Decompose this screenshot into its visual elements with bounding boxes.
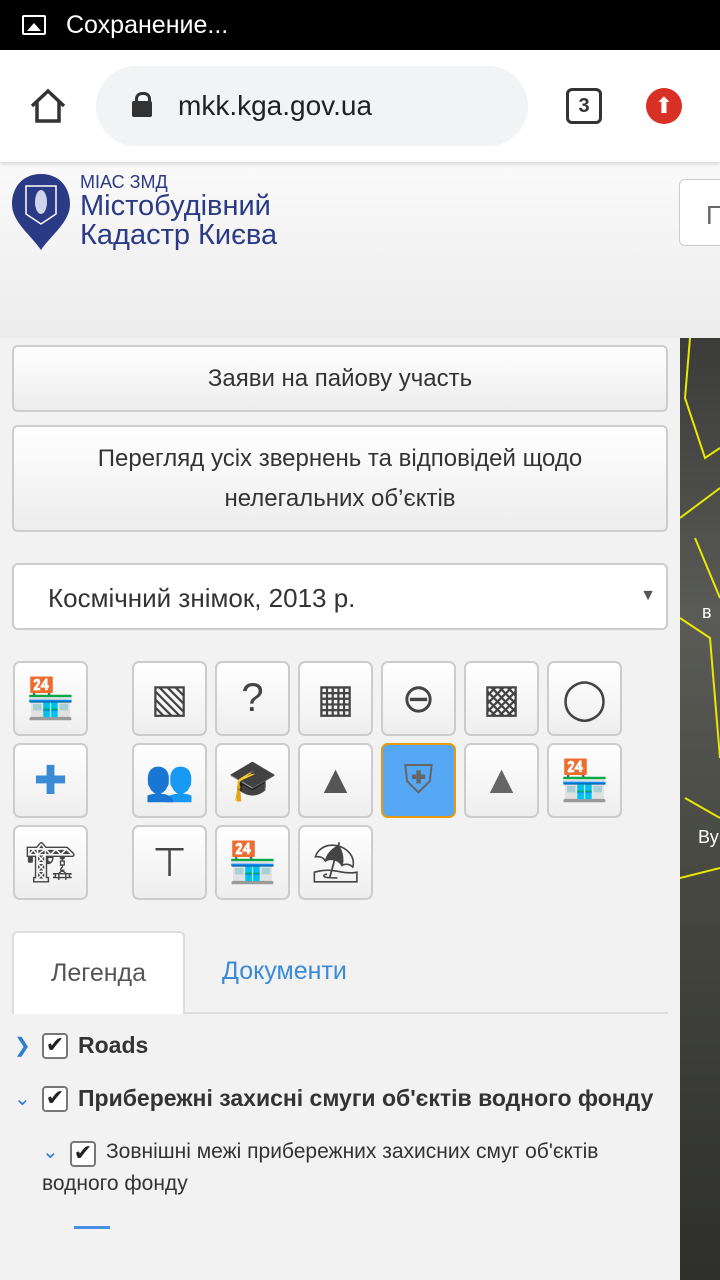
shop-icon[interactable]: 🏪 [13,661,88,736]
checkbox[interactable]: ✔ [42,1085,68,1112]
tab-switcher-button[interactable]: 3 [566,88,602,124]
map-blue-icon[interactable]: ✚ [13,743,88,818]
svg-text:в: в [702,602,712,622]
tab-bar: Легенда Документи [12,931,668,1014]
map-view[interactable]: в Ву [680,338,720,1280]
address-bar[interactable]: mkk.kga.gov.ua [96,66,528,146]
status-bar: Сохранение... [0,0,720,50]
update-icon[interactable]: ⬆ [646,88,682,124]
tree-icon[interactable]: ▲ [464,743,539,818]
basemap-value: Космічний знімок, 2013 р. [48,583,356,613]
logo-title: Містобудівний Кадастр Києва [80,192,277,250]
legend-item-roads: ❯ ✔ Roads [14,1032,148,1059]
image-icon [22,15,46,35]
basemap-select[interactable]: Космічний знімок, 2013 р. ▼ [12,563,668,630]
url-text: mkk.kga.gov.ua [178,90,373,121]
status-text: Сохранение... [66,10,229,39]
browser-toolbar: mkk.kga.gov.ua 3 ⬆ [0,50,720,162]
tab-legend[interactable]: Легенда [12,931,185,1014]
chevron-right-icon[interactable]: ❯ [14,1033,42,1058]
kyiv-logo-icon[interactable] [10,172,72,252]
logo-line-2: Кадастр Києва [80,219,278,251]
svg-text:Ву: Ву [698,827,719,847]
tab-documents[interactable]: Документи [222,931,347,1014]
lock-icon [132,92,152,117]
search-input[interactable]: П [679,179,720,246]
shop-icon[interactable]: 🏪 [215,825,290,900]
education-icon[interactable]: 🎓 [215,743,290,818]
construction-crane-icon[interactable]: 🏗 [13,825,88,900]
landuse-grid-icon[interactable]: ▦ [298,661,373,736]
shop-icon[interactable]: 🏪 [547,743,622,818]
monument-icon[interactable]: ▲ [298,743,373,818]
home-icon[interactable] [28,86,68,126]
share-participation-button[interactable]: Заяви на пайову участь [12,345,668,412]
zoning-doc-icon[interactable]: ▧ [132,661,207,736]
legend-item-outer-bounds: ⌄ ✔ Зовнішні межі прибережних захисних сму… [42,1136,662,1200]
antlers-icon[interactable]: ◯ [547,661,622,736]
illegal-objects-button[interactable]: Перегляд усіх звернень та відповідей щод… [12,425,668,532]
legend-label: Прибережні захисні смуги об'єктів водног… [78,1085,654,1111]
police-badge-icon[interactable]: ⛨ [381,743,456,818]
site-header: МІАС ЗМД Містобудівний Кадастр Києва П [0,162,720,338]
dropdown-arrow-icon: ▼ [640,587,656,604]
legend-label: Roads [78,1032,149,1058]
legend-label: Зовнішні межі прибережних захисних смуг … [42,1140,599,1195]
legend-item-water-strips: ⌄ ✔ Прибережні захисні смуги об'єктів во… [14,1085,653,1112]
billboard-icon[interactable]: ⊤ [132,825,207,900]
hatched-area-icon[interactable]: ▩ [464,661,539,736]
cafe-terrace-icon[interactable]: ⛱ [298,825,373,900]
chevron-down-icon[interactable]: ⌄ [42,1136,70,1168]
restricted-zone-icon[interactable]: ⊖ [381,661,456,736]
people-icon[interactable]: 👥 [132,743,207,818]
unknown-plot-icon[interactable]: ? [215,661,290,736]
legend-line-symbol [74,1226,110,1229]
checkbox[interactable]: ✔ [42,1032,68,1059]
logo-line-1: Містобудівний [80,190,271,222]
checkbox[interactable]: ✔ [70,1141,96,1167]
chevron-down-icon[interactable]: ⌄ [14,1086,42,1111]
